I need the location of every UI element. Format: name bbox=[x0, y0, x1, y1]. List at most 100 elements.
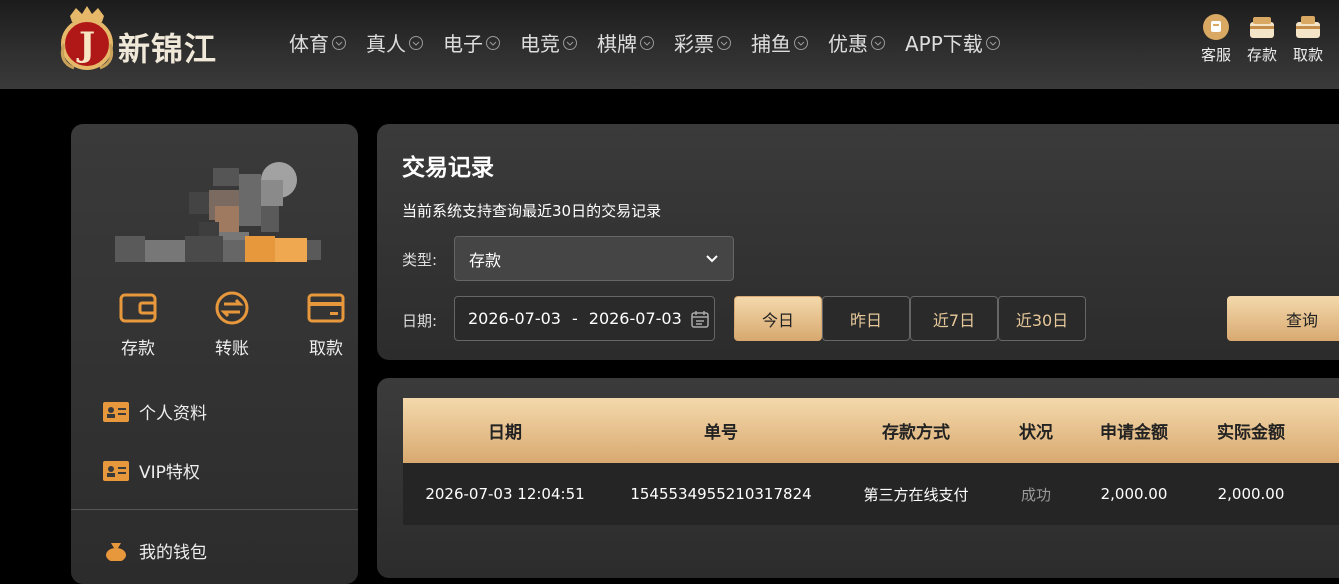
nav-item-slots[interactable]: 电子 bbox=[443, 28, 501, 57]
transfer-icon bbox=[215, 291, 249, 325]
sidebar-item-profile[interactable]: 个人资料 bbox=[103, 399, 207, 424]
chevron-down-icon bbox=[871, 35, 885, 50]
type-label: 类型: bbox=[402, 251, 438, 269]
records-table: 日期 单号 存款方式 状况 申请金额 实际金额 优 2026-07-03 12:… bbox=[403, 398, 1339, 525]
sidebar: 存款 转账 取款 个人资料 VIP特权 我的钱包 bbox=[71, 124, 358, 584]
sidebar-item-label: 个人资料 bbox=[139, 404, 207, 424]
action-label: 客服 bbox=[1200, 46, 1231, 64]
nav-label: 彩票 bbox=[674, 32, 714, 56]
table-row[interactable]: 2026-07-03 12:04:51 1545534955210317824 … bbox=[403, 463, 1339, 525]
action-label: 取款 bbox=[1292, 46, 1323, 64]
last-30-days-button[interactable]: 近30日 bbox=[998, 296, 1086, 341]
table-header: 日期 单号 存款方式 状况 申请金额 实际金额 优 bbox=[403, 398, 1339, 463]
nav-label: 电竞 bbox=[520, 32, 560, 56]
nav-item-app-download[interactable]: APP下载 bbox=[905, 28, 1001, 57]
wallet-action-label: 取款 bbox=[309, 339, 343, 359]
row-method: 第三方在线支付 bbox=[863, 485, 969, 504]
withdraw-icon bbox=[1296, 16, 1320, 38]
nav-label: 真人 bbox=[366, 32, 406, 56]
yesterday-button[interactable]: 昨日 bbox=[822, 296, 910, 341]
chevron-down-icon bbox=[985, 35, 1000, 50]
vip-card-icon bbox=[103, 460, 129, 481]
top-bar: J 新锦江 体育 真人 电子 电竞 棋牌 彩票 捕鱼 优惠 APP下载 客服 存… bbox=[0, 0, 1339, 89]
nav-item-promotions[interactable]: 优惠 bbox=[828, 28, 886, 57]
money-bag-icon bbox=[106, 542, 126, 561]
type-select-value: 存款 bbox=[469, 250, 502, 270]
records-panel: 日期 单号 存款方式 状况 申请金额 实际金额 优 2026-07-03 12:… bbox=[377, 378, 1339, 578]
query-button[interactable]: 查询 bbox=[1227, 296, 1339, 341]
nav-label: 体育 bbox=[289, 32, 329, 56]
sidebar-item-vip[interactable]: VIP特权 bbox=[103, 458, 200, 483]
nav-item-live[interactable]: 真人 bbox=[366, 28, 424, 57]
nav-item-lottery[interactable]: 彩票 bbox=[674, 28, 732, 57]
deposit-icon bbox=[1250, 17, 1274, 38]
date-range-picker[interactable]: 2026-07-03 - 2026-07-03 bbox=[454, 296, 715, 341]
nav-label: 电子 bbox=[443, 32, 483, 56]
chevron-down-icon bbox=[486, 35, 500, 50]
wallet-action-label: 转账 bbox=[215, 339, 249, 359]
chevron-down-icon bbox=[409, 35, 423, 50]
sidebar-item-label: 我的钱包 bbox=[139, 543, 207, 563]
nav-label: APP下载 bbox=[905, 32, 983, 56]
chevron-down-icon bbox=[640, 35, 654, 50]
column-header: 日期 bbox=[488, 423, 522, 443]
chevron-down-icon bbox=[717, 35, 731, 50]
page-title: 交易记录 bbox=[402, 155, 494, 181]
nav-item-fishing[interactable]: 捕鱼 bbox=[751, 28, 809, 57]
nav-item-cards[interactable]: 棋牌 bbox=[597, 28, 655, 57]
row-actual-amount: 2,000.00 bbox=[1217, 485, 1285, 503]
today-button[interactable]: 今日 bbox=[734, 296, 822, 341]
customer-service-button[interactable]: 客服 bbox=[1193, 12, 1239, 65]
column-header: 优 bbox=[1309, 418, 1339, 443]
chevron-down-icon bbox=[794, 35, 808, 50]
action-label: 存款 bbox=[1246, 46, 1277, 64]
column-header: 申请金额 bbox=[1100, 423, 1168, 443]
page-subtitle: 当前系统支持查询最近30日的交易记录 bbox=[402, 202, 662, 220]
date-separator: - bbox=[571, 309, 578, 328]
chevron-down-icon bbox=[332, 35, 346, 50]
type-select[interactable]: 存款 bbox=[454, 236, 734, 281]
sidebar-divider bbox=[71, 509, 358, 510]
nav-label: 优惠 bbox=[828, 32, 868, 56]
nav-item-esports[interactable]: 电竞 bbox=[520, 28, 578, 57]
top-actions: 客服 存款 取款 bbox=[1193, 12, 1331, 65]
logo-emblem-icon: J bbox=[60, 6, 114, 70]
sidebar-deposit-button[interactable]: 存款 bbox=[91, 290, 185, 359]
sidebar-item-label: VIP特权 bbox=[139, 463, 200, 483]
row-date: 2026-07-03 12:04:51 bbox=[425, 485, 585, 503]
withdraw-button[interactable]: 取款 bbox=[1285, 12, 1331, 65]
row-order-number: 1545534955210317824 bbox=[630, 485, 812, 503]
row-requested-amount: 2,000.00 bbox=[1100, 485, 1168, 503]
column-header: 存款方式 bbox=[882, 423, 950, 443]
quick-date-buttons: 今日 昨日 近7日 近30日 bbox=[734, 296, 1086, 341]
sidebar-item-wallet[interactable]: 我的钱包 bbox=[103, 538, 207, 563]
logo[interactable]: J 新锦江 bbox=[52, 4, 252, 70]
card-icon bbox=[307, 293, 345, 323]
sidebar-withdraw-button[interactable]: 取款 bbox=[279, 290, 373, 359]
logo-text: 新锦江 bbox=[118, 30, 218, 68]
customer-service-icon bbox=[1203, 14, 1229, 40]
avatar[interactable] bbox=[185, 160, 305, 280]
deposit-button[interactable]: 存款 bbox=[1239, 12, 1285, 65]
date-start: 2026-07-03 bbox=[468, 309, 561, 328]
nav-label: 棋牌 bbox=[597, 32, 637, 56]
column-header: 状况 bbox=[1019, 423, 1053, 443]
last-7-days-button[interactable]: 近7日 bbox=[910, 296, 998, 341]
wallet-action-label: 存款 bbox=[121, 339, 155, 359]
date-end: 2026-07-03 bbox=[588, 309, 682, 328]
sidebar-transfer-button[interactable]: 转账 bbox=[185, 290, 279, 359]
chevron-down-icon bbox=[706, 254, 718, 262]
wallet-actions: 存款 转账 取款 bbox=[91, 290, 373, 359]
svg-text:J: J bbox=[76, 25, 95, 65]
column-header: 单号 bbox=[704, 423, 738, 443]
column-header: 实际金额 bbox=[1217, 423, 1285, 443]
id-card-icon bbox=[103, 401, 129, 422]
wallet-icon bbox=[119, 293, 157, 323]
row-status: 成功 bbox=[1020, 485, 1051, 504]
chevron-down-icon bbox=[563, 35, 577, 50]
main-nav: 体育 真人 电子 电竞 棋牌 彩票 捕鱼 优惠 APP下载 bbox=[289, 28, 1020, 57]
date-label: 日期: bbox=[402, 312, 438, 330]
filter-panel: 交易记录 当前系统支持查询最近30日的交易记录 类型: 存款 日期: 2026-… bbox=[377, 124, 1339, 360]
nav-label: 捕鱼 bbox=[751, 32, 791, 56]
nav-item-sports[interactable]: 体育 bbox=[289, 28, 347, 57]
